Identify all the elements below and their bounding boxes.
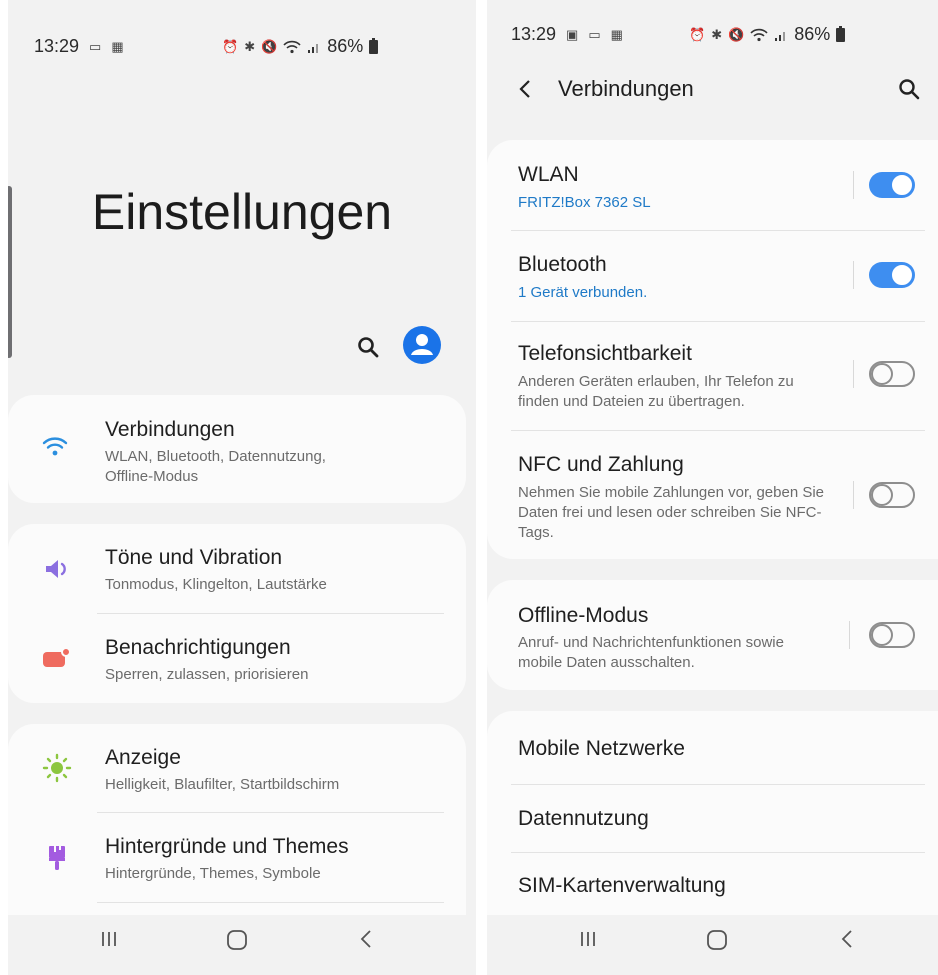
app-notification-icon: ▦ <box>610 26 623 42</box>
account-avatar-icon[interactable] <box>403 326 441 364</box>
search-icon[interactable] <box>357 336 379 358</box>
settings-group: Töne und Vibration Tonmodus, Klingelton,… <box>8 524 466 703</box>
menu-item-subtitle: Hintergründe, Themes, Symbole <box>105 865 321 882</box>
gallery-notification-icon: ▣ <box>566 26 579 42</box>
recent-apps-icon[interactable] <box>99 929 119 949</box>
nfc-row[interactable]: NFC und Zahlung Nehmen Sie mobile Zahlun… <box>487 431 938 559</box>
row-subtitle: Anderen Geräten erlauben, Ihr Telefon zu… <box>518 373 794 410</box>
menu-item-hintergruende-und-themes[interactable]: Hintergründe und Themes Hintergründe, Th… <box>8 813 466 901</box>
status-time: 13:29 <box>34 36 80 56</box>
connections-screen: 13:29 ▣ ▭ ▦ ⏰ ✱ 🔇 86% Verbindungen WLAN … <box>487 0 938 975</box>
wifi-icon <box>42 437 68 456</box>
mobile-networks-row[interactable]: Mobile Netzwerke <box>487 711 938 783</box>
menu-item-subtitle: Helligkeit, Blaufilter, Startbildschirm <box>105 776 340 793</box>
row-subtitle: 1 Gerät verbunden. <box>518 284 648 301</box>
menu-item-subtitle: WLAN, Bluetooth, Datennutzung, Offline-M… <box>105 448 326 485</box>
menu-item-title: Töne und Vibration <box>105 546 283 569</box>
divider <box>97 902 444 903</box>
back-arrow-icon[interactable] <box>518 79 532 99</box>
recent-apps-icon[interactable] <box>578 929 598 949</box>
battery-icon <box>836 25 846 42</box>
menu-item-subtitle: Tonmodus, Klingelton, Lautstärke <box>105 576 327 593</box>
speaker-icon <box>46 560 66 578</box>
navigation-bar <box>8 915 476 975</box>
row-subtitle: Nehmen Sie mobile Zahlungen vor, geben S… <box>518 484 825 541</box>
menu-item-benachrichtigungen[interactable]: Benachrichtigungen Sperren, zulassen, pr… <box>8 614 466 703</box>
row-separator <box>853 481 854 509</box>
bluetooth-icon: ✱ <box>711 26 723 42</box>
header-title: Verbindungen <box>558 76 694 101</box>
row-title: WLAN <box>518 163 579 186</box>
home-icon[interactable] <box>706 929 728 951</box>
phone-visibility-toggle[interactable] <box>869 361 915 387</box>
row-separator <box>853 360 854 388</box>
menu-item-title: Verbindungen <box>105 418 235 441</box>
menu-item-verbindungen[interactable]: Verbindungen WLAN, Bluetooth, Datennutzu… <box>8 395 466 503</box>
settings-group: Verbindungen WLAN, Bluetooth, Datennutzu… <box>8 395 466 503</box>
row-subtitle: FRITZ!Box 7362 SL <box>518 194 651 211</box>
wifi-signal-icon <box>283 40 301 53</box>
alarm-icon: ⏰ <box>222 38 239 54</box>
row-title: Mobile Netzwerke <box>518 737 685 760</box>
wlan-row[interactable]: WLAN FRITZ!Box 7362 SL <box>487 140 938 230</box>
back-icon[interactable] <box>359 929 373 949</box>
cell-signal-icon <box>308 43 319 53</box>
connections-group: Offline-Modus Anruf- und Nachrichtenfunk… <box>487 580 938 690</box>
mute-icon: 🔇 <box>728 26 745 42</box>
alarm-icon: ⏰ <box>689 26 706 42</box>
row-separator <box>849 621 850 649</box>
menu-item-title: Anzeige <box>105 746 181 769</box>
connections-group: WLAN FRITZ!Box 7362 SL Bluetooth 1 Gerät… <box>487 140 938 559</box>
navigation-bar <box>487 915 938 975</box>
menu-item-anzeige[interactable]: Anzeige Helligkeit, Blaufilter, Startbil… <box>8 724 466 812</box>
nfc-toggle[interactable] <box>869 482 915 508</box>
phone-visibility-row[interactable]: Telefonsichtbarkeit Anderen Geräten erla… <box>487 322 938 430</box>
home-icon[interactable] <box>226 929 248 951</box>
row-title: SIM-Kartenverwaltung <box>518 874 726 897</box>
menu-item-title: Hintergründe und Themes <box>105 835 349 858</box>
screenshot-notification-icon: ▭ <box>588 26 601 42</box>
menu-item-toene-und-vibration[interactable]: Töne und Vibration Tonmodus, Klingelton,… <box>8 524 466 613</box>
mute-icon: 🔇 <box>261 38 278 54</box>
notification-icon <box>43 647 71 667</box>
paintbrush-icon <box>49 846 65 870</box>
bluetooth-row[interactable]: Bluetooth 1 Gerät verbunden. <box>487 231 938 321</box>
settings-screen: 13:29 ▭ ▦ ⏰ ✱ 🔇 86% Einstellungen Verbin… <box>8 0 476 975</box>
row-title: NFC und Zahlung <box>518 453 684 476</box>
status-bar: 13:29 ▭ ▦ ⏰ ✱ 🔇 86% <box>8 36 476 60</box>
data-usage-row[interactable]: Datennutzung <box>487 785 938 851</box>
connections-group: Mobile Netzwerke Datennutzung SIM-Karten… <box>487 711 938 925</box>
app-notification-icon: ▦ <box>111 38 124 54</box>
battery-icon <box>369 37 379 54</box>
page-title: Einstellungen <box>91 184 393 240</box>
cell-signal-icon <box>775 31 786 41</box>
row-title: Bluetooth <box>518 253 607 276</box>
screenshot-notification-icon: ▭ <box>89 38 102 54</box>
wifi-signal-icon <box>750 28 768 41</box>
back-icon[interactable] <box>840 929 854 949</box>
row-subtitle: Anruf- und Nachrichtenfunktionen sowie m… <box>518 634 784 671</box>
row-separator <box>853 171 854 199</box>
sun-icon <box>42 753 72 783</box>
battery-percent: 86% <box>794 24 831 44</box>
settings-group: Anzeige Helligkeit, Blaufilter, Startbil… <box>8 724 466 934</box>
offline-mode-toggle[interactable] <box>869 622 915 648</box>
sim-manager-row[interactable]: SIM-Kartenverwaltung <box>487 853 938 919</box>
menu-item-subtitle: Sperren, zulassen, priorisieren <box>105 666 309 683</box>
bluetooth-icon: ✱ <box>244 38 256 54</box>
battery-percent: 86% <box>327 36 364 56</box>
wlan-toggle[interactable] <box>869 172 915 198</box>
row-title: Offline-Modus <box>518 604 649 627</box>
row-title: Telefonsichtbarkeit <box>518 342 692 365</box>
status-time: 13:29 <box>511 24 557 44</box>
menu-item-title: Benachrichtigungen <box>105 636 291 659</box>
offline-mode-row[interactable]: Offline-Modus Anruf- und Nachrichtenfunk… <box>487 580 938 690</box>
row-title: Datennutzung <box>518 807 649 830</box>
status-bar: 13:29 ▣ ▭ ▦ ⏰ ✱ 🔇 86% <box>487 24 938 48</box>
search-icon[interactable] <box>898 78 920 100</box>
bluetooth-toggle[interactable] <box>869 262 915 288</box>
row-separator <box>853 261 854 289</box>
